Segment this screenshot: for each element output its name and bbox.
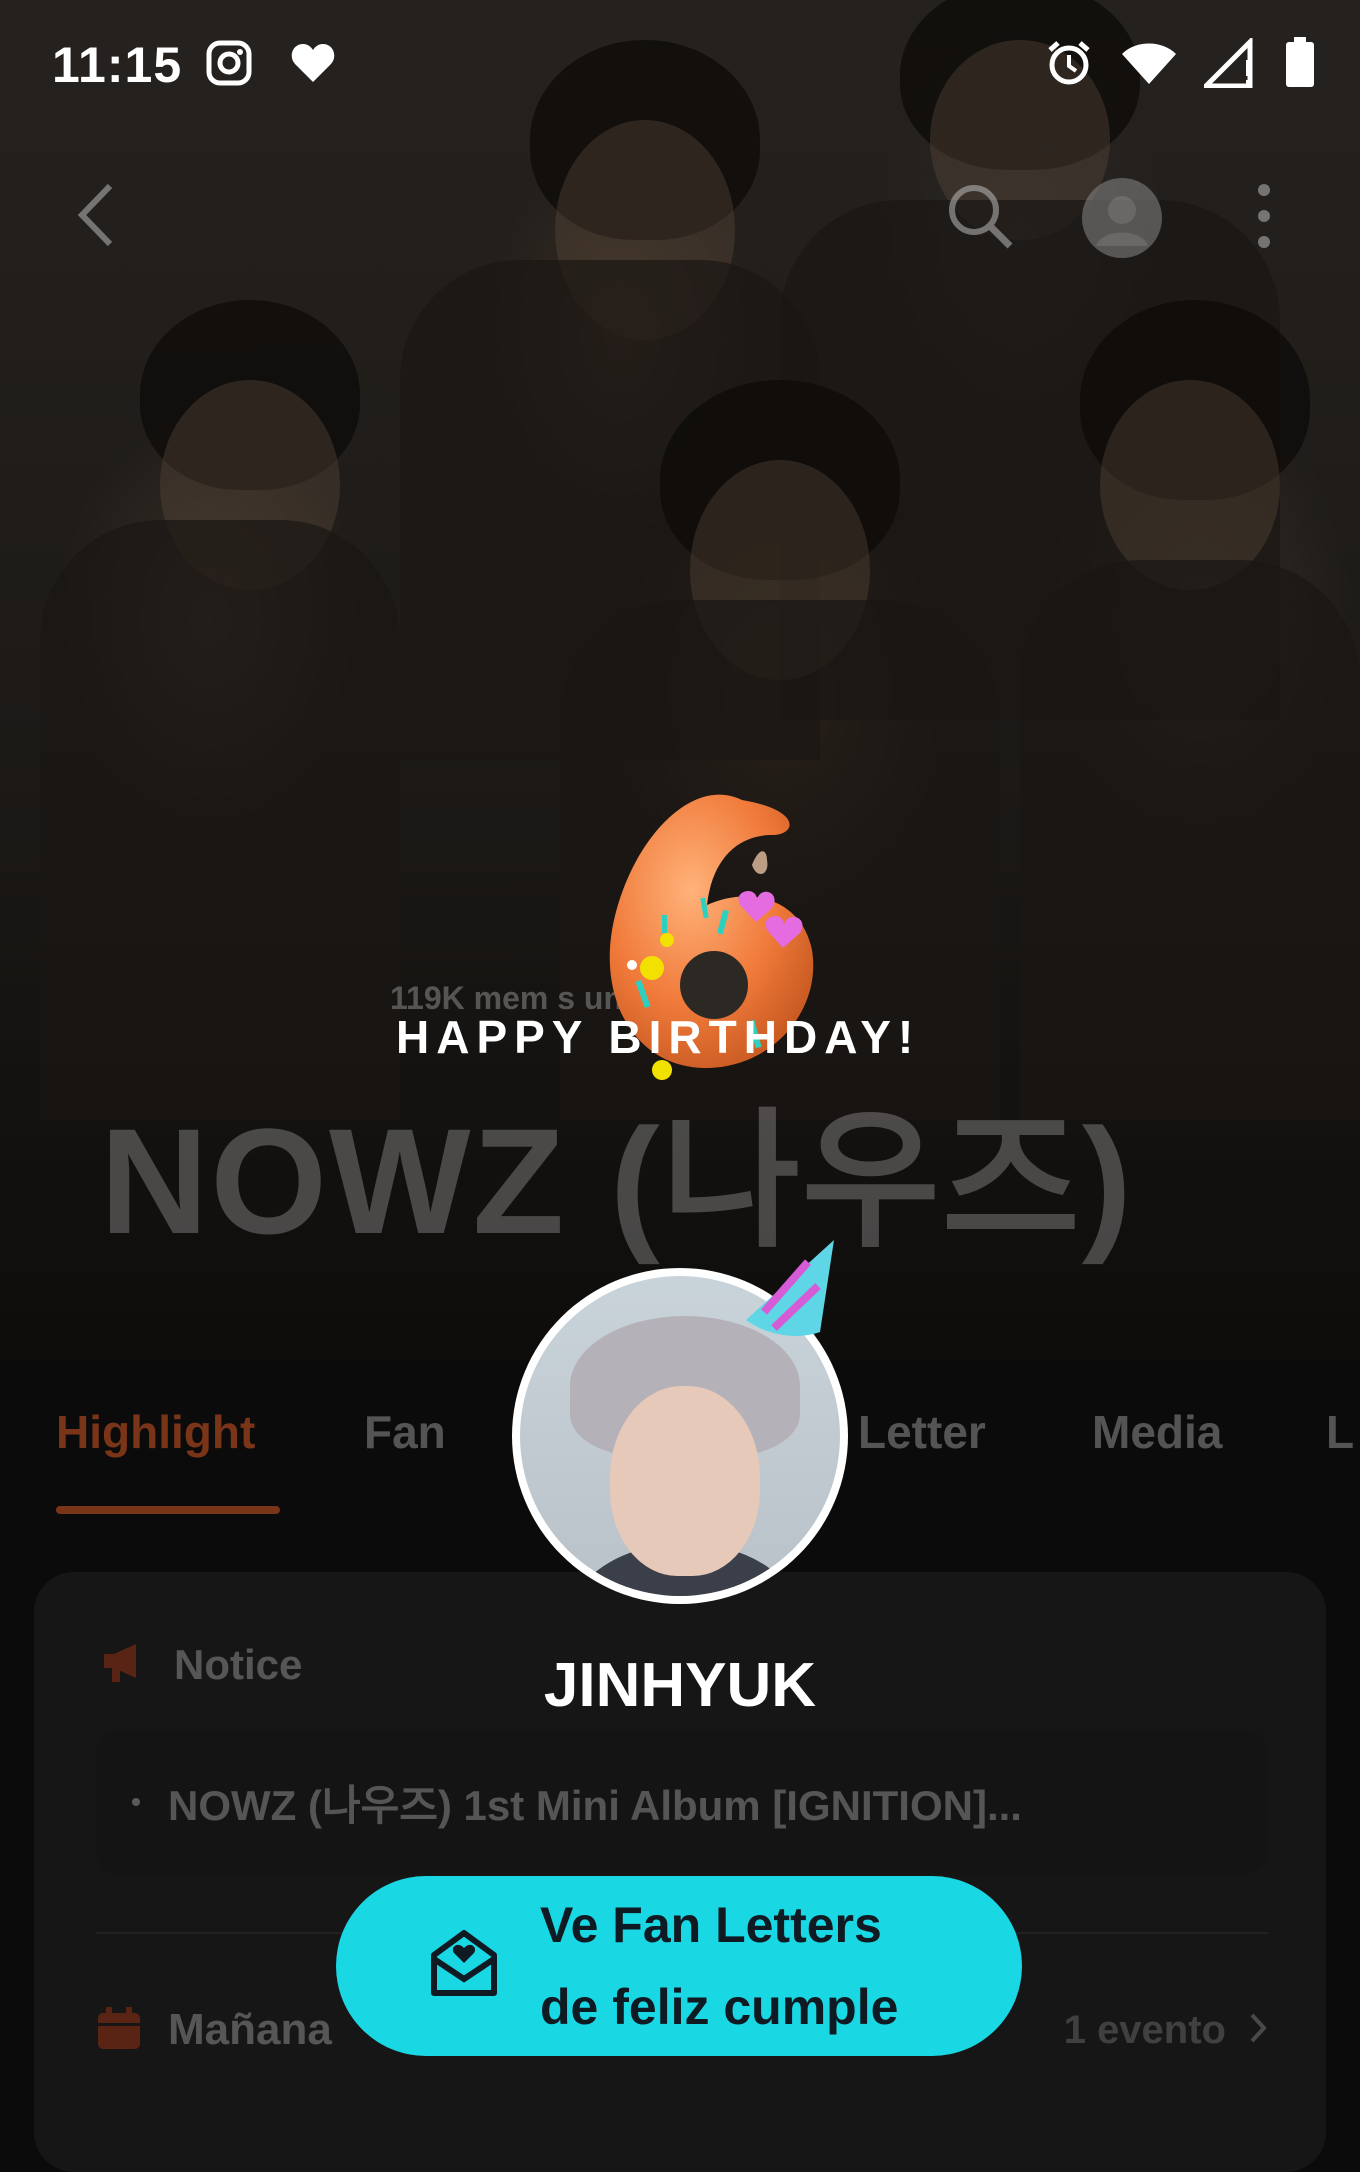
happy-birthday-banner: HAPPY BIRTHDAY!: [396, 1011, 921, 1063]
status-time: 11:15: [52, 37, 183, 93]
calendar-count: 1 evento: [1063, 2007, 1226, 2052]
tab-media[interactable]: Media: [1092, 1405, 1222, 1459]
letter-heart-icon: [428, 1929, 500, 2004]
birthday-letters-button[interactable]: Ve Fan Letters de feliz cumple: [336, 1876, 1022, 2056]
battery-icon: [1284, 36, 1316, 94]
top-nav: [0, 178, 1360, 260]
cta-line-2: de feliz cumple: [540, 1979, 899, 2035]
status-bar: 11:15: [52, 30, 1316, 100]
notice-item-text: NOWZ (나우즈) 1st Mini Album [IGNITION]...: [168, 1781, 1022, 1829]
calendar-icon: [96, 2005, 142, 2056]
tab-fan[interactable]: Fan: [364, 1405, 446, 1459]
cta-line-1: Ve Fan Letters: [540, 1897, 882, 1953]
party-hat-icon: [738, 1236, 838, 1351]
tab-more[interactable]: L: [1326, 1405, 1354, 1459]
wifi-icon: [1120, 40, 1178, 91]
bullet-dot: [132, 1798, 140, 1806]
alarm-icon: [1044, 38, 1094, 93]
profile-icon[interactable]: [1080, 176, 1164, 265]
heart-icon: [290, 42, 336, 89]
back-icon[interactable]: [74, 180, 118, 255]
chevron-right-icon: [1248, 2011, 1268, 2050]
more-icon[interactable]: [1254, 180, 1274, 257]
member-name: JINHYUK: [543, 1651, 817, 1720]
tab-highlight[interactable]: Highlight: [56, 1405, 255, 1459]
tab-letter[interactable]: Letter: [858, 1405, 986, 1459]
signal-icon: [1199, 35, 1258, 93]
calendar-label: Mañana: [168, 2005, 332, 2054]
birthday-letters-label: Ve Fan Letters de feliz cumple: [540, 1884, 898, 2048]
notice-list-item[interactable]: NOWZ (나우즈) 1st Mini Album [IGNITION]...: [96, 1730, 1268, 1874]
search-icon[interactable]: [944, 180, 1016, 257]
instagram-icon: [204, 38, 254, 93]
active-tab-indicator: [56, 1506, 280, 1514]
